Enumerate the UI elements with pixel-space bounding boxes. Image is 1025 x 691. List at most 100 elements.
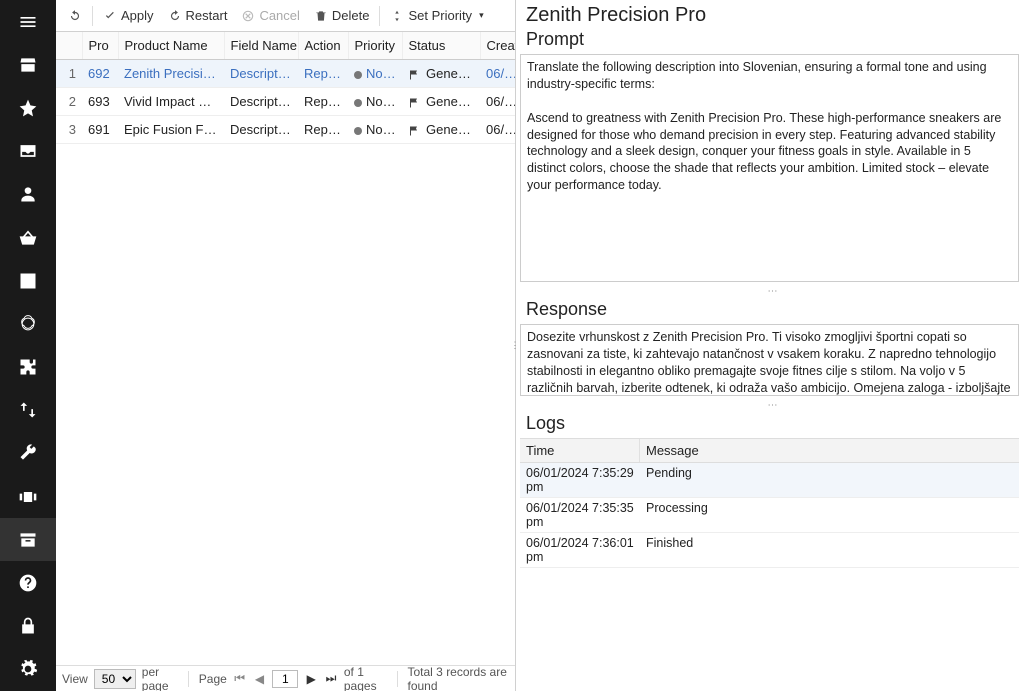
chart-button[interactable]: [0, 259, 56, 302]
wrench-icon: [18, 443, 38, 463]
log-message: Processing: [640, 498, 714, 532]
of-pages-label: of 1 pages: [344, 665, 387, 691]
set-priority-button[interactable]: Set Priority▾: [384, 5, 489, 26]
table-row[interactable]: 2693Vivid Impact EliteDescription...Repl…: [56, 88, 515, 116]
left-panel: Apply Restart Cancel Delete Set Priority…: [56, 0, 516, 691]
flag-icon: [408, 69, 422, 81]
cell-pro: 693: [82, 88, 118, 116]
per-page-select[interactable]: 50: [94, 669, 136, 689]
col-priority[interactable]: Priority: [348, 32, 402, 60]
main: Apply Restart Cancel Delete Set Priority…: [56, 0, 1025, 691]
logs-col-time[interactable]: Time: [520, 439, 640, 462]
cell-action: Replace: [298, 116, 348, 144]
response-label: Response: [520, 297, 1025, 324]
logs-col-message[interactable]: Message: [640, 439, 705, 462]
col-product[interactable]: Product Name: [118, 32, 224, 60]
cell-field: Description...: [224, 88, 298, 116]
horizontal-splitter-1[interactable]: ⋯: [520, 286, 1025, 297]
apply-button[interactable]: Apply: [97, 5, 160, 26]
archive-button[interactable]: [0, 518, 56, 561]
puzzle-button[interactable]: [0, 346, 56, 389]
help-icon: [18, 573, 38, 593]
cancel-button[interactable]: Cancel: [235, 5, 305, 26]
log-row[interactable]: 06/01/2024 7:36:01 pmFinished: [520, 533, 1019, 568]
page-next-button[interactable]: ▶: [304, 670, 318, 688]
puzzle-icon: [18, 357, 38, 377]
prompt-textbox[interactable]: Translate the following description into…: [520, 54, 1019, 282]
pager: View 50 per page Page ⏮ ◀ ▶ ⏭ of 1 pages…: [56, 665, 515, 691]
basket-icon: [18, 228, 38, 248]
log-time: 06/01/2024 7:35:35 pm: [520, 498, 640, 532]
horizontal-splitter-2[interactable]: ⋯: [520, 400, 1025, 411]
gear-button[interactable]: [0, 648, 56, 691]
cell-product[interactable]: Epic Fusion Flex: [118, 116, 224, 144]
detail-title: Zenith Precision Pro: [520, 0, 1025, 27]
person-button[interactable]: [0, 173, 56, 216]
page-first-button[interactable]: ⏮: [233, 670, 247, 688]
col-field[interactable]: Field Name: [224, 32, 298, 60]
cell-create: 06/01/...: [480, 116, 515, 144]
refresh-icon: [68, 9, 82, 23]
page-last-button[interactable]: ⏭: [324, 670, 338, 688]
person-icon: [18, 184, 38, 204]
page-input[interactable]: [272, 670, 298, 688]
log-row[interactable]: 06/01/2024 7:35:29 pmPending: [520, 463, 1019, 498]
log-time: 06/01/2024 7:36:01 pm: [520, 533, 640, 567]
col-pro[interactable]: Pro: [82, 32, 118, 60]
sync-button[interactable]: [0, 389, 56, 432]
cell-field: Description...: [224, 60, 298, 88]
cell-priority: Nor...: [348, 88, 402, 116]
gear-icon: [18, 659, 38, 679]
trash-icon: [314, 9, 328, 23]
table-row[interactable]: 1692Zenith Precision ...Description...Re…: [56, 60, 515, 88]
star-button[interactable]: [0, 86, 56, 129]
priority-dot-icon: [354, 99, 362, 107]
restart-button[interactable]: Restart: [162, 5, 234, 26]
inbox-icon: [18, 141, 38, 161]
chart-icon: [18, 271, 38, 291]
page-prev-button[interactable]: ◀: [253, 670, 267, 688]
log-time: 06/01/2024 7:35:29 pm: [520, 463, 640, 497]
wrench-button[interactable]: [0, 432, 56, 475]
carousel-button[interactable]: [0, 475, 56, 518]
cell-field: Description...: [224, 116, 298, 144]
flag-icon: [408, 97, 422, 109]
openai-icon: [18, 314, 38, 334]
priority-dot-icon: [354, 127, 362, 135]
cell-create: 06/01/...: [480, 88, 515, 116]
log-row[interactable]: 06/01/2024 7:35:35 pmProcessing: [520, 498, 1019, 533]
flag-icon: [408, 125, 422, 137]
help-button[interactable]: [0, 561, 56, 604]
col-action[interactable]: Action: [298, 32, 348, 60]
cell-product[interactable]: Zenith Precision ...: [118, 60, 224, 88]
col-idx[interactable]: [56, 32, 82, 60]
restart-icon: [168, 9, 182, 23]
basket-button[interactable]: [0, 216, 56, 259]
star-icon: [18, 98, 38, 118]
openai-button[interactable]: [0, 302, 56, 345]
prompt-label: Prompt: [520, 27, 1025, 54]
response-textbox[interactable]: Dosezite vrhunskost z Zenith Precision P…: [520, 324, 1019, 396]
sidebar: [0, 0, 56, 691]
cell-action: Replace: [298, 88, 348, 116]
menu-button[interactable]: [0, 0, 56, 43]
cell-priority: Nor...: [348, 116, 402, 144]
store-button[interactable]: [0, 43, 56, 86]
cell-create: 06/01/...: [480, 60, 515, 88]
priority-dot-icon: [354, 71, 362, 79]
cell-product[interactable]: Vivid Impact Elite: [118, 88, 224, 116]
col-create[interactable]: Create: [480, 32, 515, 60]
vertical-splitter[interactable]: ⋮: [512, 0, 518, 691]
cell-pro: 692: [82, 60, 118, 88]
cell-status: Generated: [402, 116, 480, 144]
total-label: Total 3 records are found: [408, 665, 510, 691]
grid[interactable]: Pro Product Name Field Name Action Prior…: [56, 32, 515, 144]
lock-button[interactable]: [0, 605, 56, 648]
logs-body: 06/01/2024 7:35:29 pmPending06/01/2024 7…: [520, 463, 1019, 568]
delete-button[interactable]: Delete: [308, 5, 376, 26]
inbox-button[interactable]: [0, 130, 56, 173]
col-status[interactable]: Status: [402, 32, 480, 60]
table-row[interactable]: 3691Epic Fusion FlexDescription...Replac…: [56, 116, 515, 144]
grid-header-row: Pro Product Name Field Name Action Prior…: [56, 32, 515, 60]
refresh-button[interactable]: [62, 6, 88, 26]
